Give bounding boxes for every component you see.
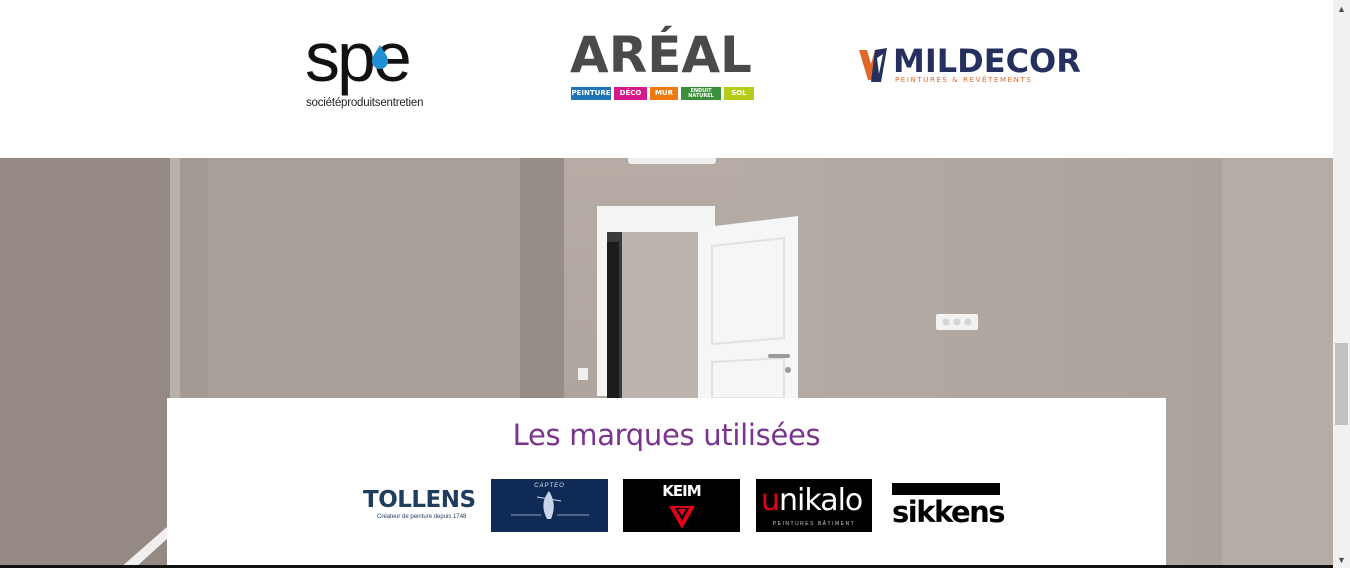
- scroll-down-icon[interactable]: ▼: [1333, 551, 1350, 568]
- unikalo-logo[interactable]: unikalo PEINTURES BÂTIMENT: [756, 479, 872, 532]
- brands-title: Les marques utilisées: [512, 418, 821, 452]
- vertical-scrollbar[interactable]: ▲ ▼: [1333, 0, 1350, 568]
- mildecor-logo-word: MILDECOR: [893, 42, 1081, 80]
- unikalo-logo-rest: nikalo: [779, 483, 863, 518]
- brand-logos-band: spe sociétéproduitsentretien ARÉAL PEINT…: [0, 0, 1333, 158]
- unikalo-subtitle: PEINTURES BÂTIMENT: [772, 521, 856, 527]
- paint-brush-icon: [859, 48, 887, 82]
- scrollbar-thumb[interactable]: [1335, 343, 1348, 425]
- spe-logo-word: spe: [305, 18, 412, 96]
- keim-logo[interactable]: KEIM: [623, 479, 740, 532]
- capteo-logo[interactable]: CAPTEO: [491, 479, 608, 532]
- areal-tag-enduit: ENDUIT NATUREL: [681, 87, 721, 100]
- areal-tag-peinture: PEINTURE: [571, 87, 611, 100]
- areal-tag-sol: SOL: [724, 87, 754, 100]
- unikalo-logo-word: unikalo: [761, 483, 863, 518]
- tollens-subtitle: Créateur de peinture depuis 1748: [377, 514, 467, 520]
- areal-logo-word: ARÉAL: [570, 26, 752, 84]
- tollens-logo[interactable]: TOLLENS Créateur de peinture depuis 1748: [363, 479, 476, 532]
- areal-logo[interactable]: ARÉAL PEINTURE DÉCO MUR ENDUIT NATUREL S…: [570, 30, 765, 102]
- sikkens-bar: [892, 483, 1000, 495]
- mildecor-logo[interactable]: MILDECOR PEINTURES & REVÊTEMENTS: [857, 45, 1081, 87]
- areal-tag-deco: DÉCO: [614, 87, 647, 100]
- scroll-up-icon[interactable]: ▲: [1333, 0, 1350, 17]
- capteo-figure-icon: [511, 491, 589, 519]
- tollens-logo-word: TOLLENS: [363, 487, 476, 513]
- areal-category-tags: PEINTURE DÉCO MUR ENDUIT NATUREL SOL: [571, 87, 754, 100]
- sikkens-logo-word: sikkens: [892, 495, 1006, 529]
- sikkens-logo[interactable]: sikkens: [892, 479, 1006, 532]
- spe-tagline: sociétéproduitsentretien: [306, 97, 424, 109]
- water-drop-icon: [372, 45, 388, 69]
- keim-triangle-icon: [669, 506, 695, 529]
- unikalo-logo-initial: u: [761, 483, 780, 518]
- mildecor-subtitle: PEINTURES & REVÊTEMENTS: [895, 76, 1033, 84]
- spe-logo[interactable]: spe sociétéproduitsentretien: [305, 22, 465, 112]
- areal-tag-mur: MUR: [650, 87, 678, 100]
- brands-section: Les marques utilisées TOLLENS Créateur d…: [167, 398, 1166, 568]
